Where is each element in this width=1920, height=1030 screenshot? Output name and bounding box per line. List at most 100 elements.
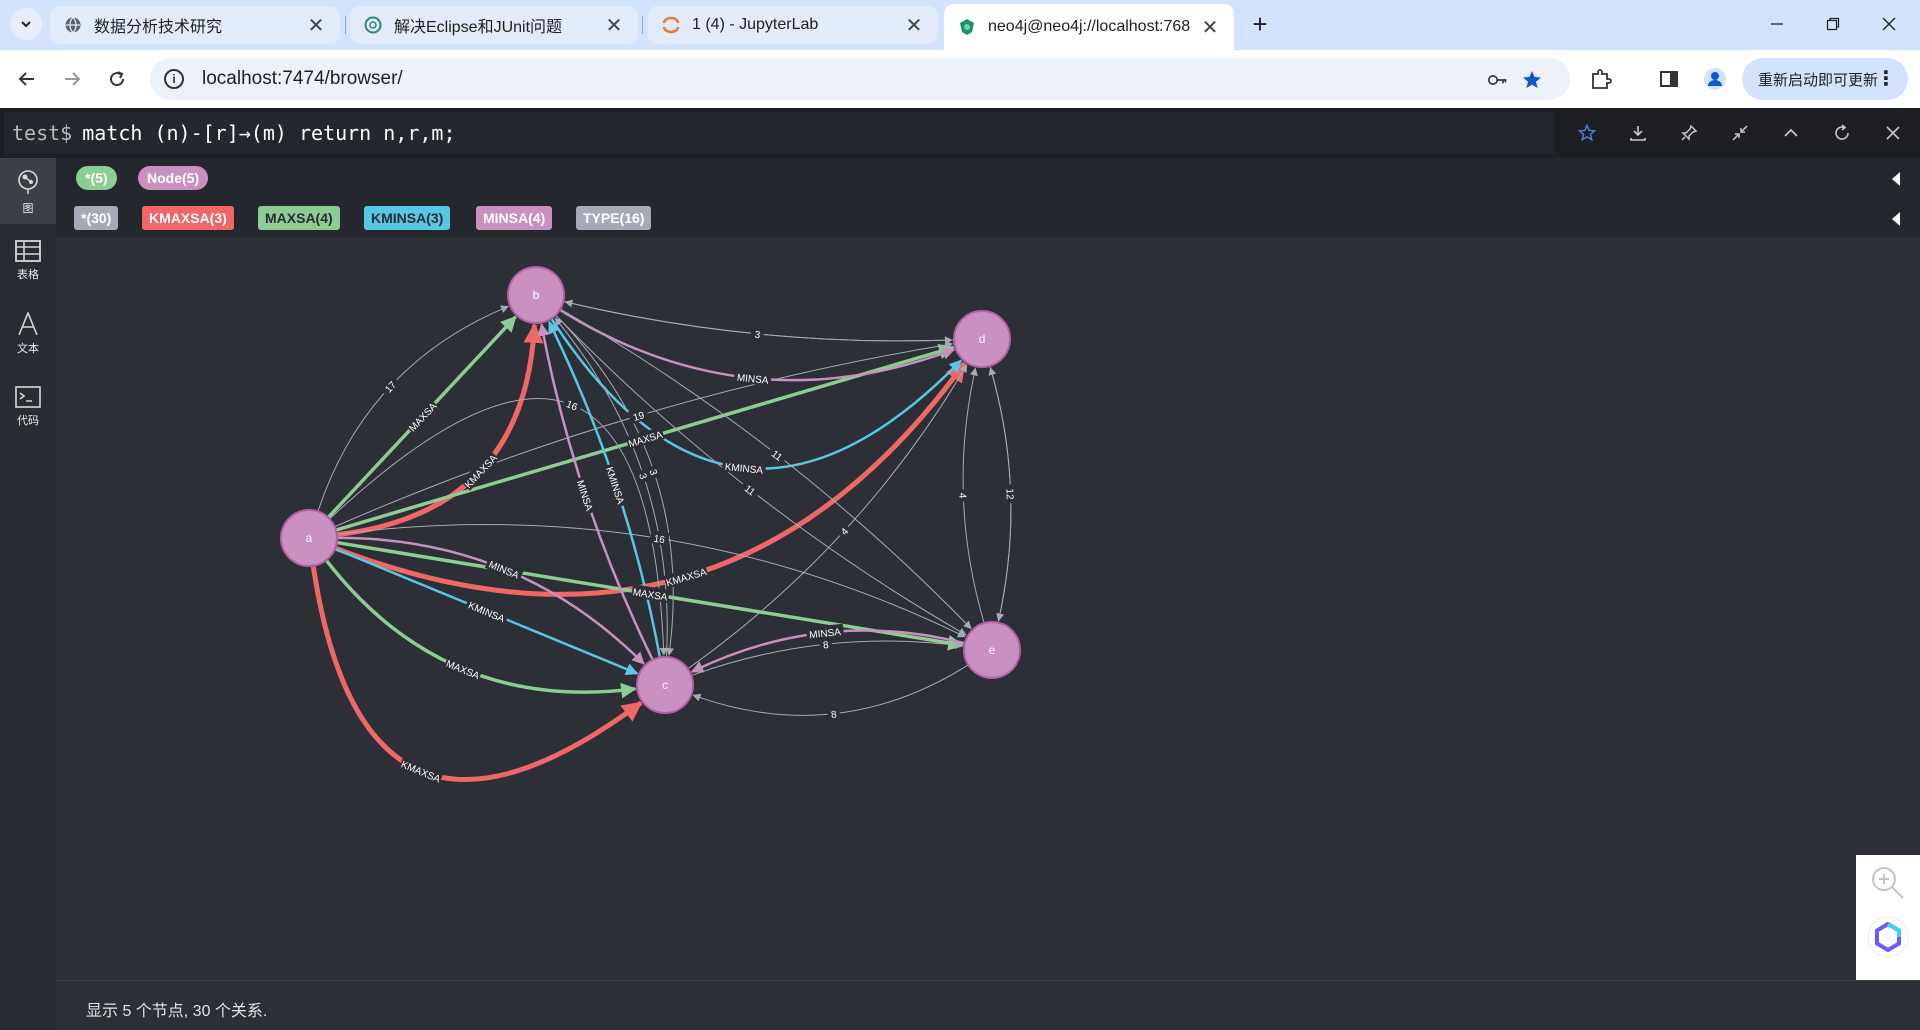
graph-icon <box>18 170 38 194</box>
relationship-label-text: MINSA <box>736 373 769 387</box>
profile-button[interactable] <box>1700 64 1730 94</box>
relationship-label: KMINSA <box>721 458 767 477</box>
tab-close-button[interactable]: ✕ <box>604 13 624 38</box>
sidebar-item-graph[interactable]: 图 <box>0 158 56 224</box>
tab-neo4j-browser[interactable]: neo4j@neo4j://localhost:768 ✕ <box>944 4 1234 50</box>
graph-node-d[interactable]: d <box>953 310 1011 368</box>
rel-type-maxsa[interactable]: MAXSA(4) <box>258 206 340 230</box>
chevron-down-icon <box>21 21 31 28</box>
relationship-label: 11 <box>739 478 762 501</box>
node-label-node[interactable]: Node(5) <box>138 166 209 190</box>
extensions-button[interactable] <box>1586 64 1616 94</box>
graph-node-c[interactable]: c <box>636 656 694 714</box>
rel-type-kminsa[interactable]: KMINSA(3) <box>364 206 451 230</box>
relationship-label: MINSA <box>733 369 772 387</box>
download-button[interactable] <box>1625 120 1651 146</box>
relationship-label-text: 4 <box>956 493 967 499</box>
rel-type-minsa[interactable]: MINSA(4) <box>476 206 553 230</box>
relationship-label: MAXSA <box>625 426 665 450</box>
site-info-icon[interactable]: i <box>164 69 184 89</box>
tab-close-button[interactable]: ✕ <box>1200 15 1220 40</box>
node-label-all[interactable]: *(5) <box>76 166 117 190</box>
relationship-kminsa[interactable] <box>550 318 962 470</box>
cypher-editor[interactable]: test$ match (n)-[r]→(m) return n,r,m; <box>4 112 1554 154</box>
rel-type-kmaxsa[interactable]: KMAXSA(3) <box>142 206 234 230</box>
tab-title: 数据分析技术研究 <box>94 19 223 36</box>
bookmark-star-icon[interactable] <box>1522 70 1542 90</box>
tab-close-button[interactable]: ✕ <box>904 13 924 38</box>
reload-button[interactable] <box>100 62 134 96</box>
collapse-frame-button[interactable] <box>1778 120 1804 146</box>
relationship-label: MINSA <box>574 475 598 515</box>
sidebar-item-text[interactable]: 文本 <box>0 302 56 368</box>
close-window-button[interactable] <box>1866 8 1912 40</box>
graph-node-a[interactable]: a <box>280 509 338 567</box>
status-bar: 显示 5 个节点, 30 个关系. <box>56 980 1920 1030</box>
update-label: 重新启动即可更新 <box>1758 71 1879 89</box>
tab-jupyterlab[interactable]: 1 (4) - JupyterLab ✕ <box>648 6 938 44</box>
graph-canvas[interactable]: KMAXSAMAXSA17KMAXSAMAXSAKMAXSAMAXSAKMINS… <box>56 238 1920 980</box>
puzzle-icon <box>1592 69 1612 89</box>
neo4j-icon <box>960 19 974 35</box>
relationship-minsa[interactable] <box>537 323 654 660</box>
relationship-label: MAXSA <box>443 655 483 682</box>
pin-button[interactable] <box>1676 120 1702 146</box>
tab-title: 解决Eclipse和JUnit问题 <box>394 19 563 36</box>
new-tab-button[interactable]: + <box>1245 10 1275 40</box>
collapse-types-icon[interactable] <box>1892 212 1900 226</box>
browser-toolbar: i localhost:7474/browser/ 重新启动即可更新 ⋮ <box>0 50 1920 108</box>
minimize-button[interactable] <box>1754 8 1800 40</box>
restore-button[interactable] <box>1810 8 1856 40</box>
close-icon <box>1886 126 1900 140</box>
star-outline-icon <box>1578 124 1596 142</box>
forward-button[interactable] <box>55 62 89 96</box>
sidebar-item-code[interactable]: 代码 <box>0 376 56 442</box>
zoom-panel <box>1856 855 1920 981</box>
relationship-kmaxsa[interactable] <box>337 322 544 538</box>
key-icon[interactable] <box>1488 70 1508 90</box>
relaunch-update-button[interactable]: 重新启动即可更新 ⋮ <box>1742 58 1908 100</box>
chatgpt-icon <box>364 16 382 34</box>
sidebar-item-label: 代码 <box>17 415 39 427</box>
tab-close-button[interactable]: ✕ <box>306 13 326 38</box>
more-menu-icon[interactable]: ⋮ <box>1876 66 1896 91</box>
collapse-fullscreen-button[interactable] <box>1727 120 1753 146</box>
sidebar-item-table[interactable]: 表格 <box>0 230 56 296</box>
zoom-in-icon[interactable] <box>1870 865 1906 901</box>
reload-icon <box>110 71 125 87</box>
browser-tab-strip: 数据分析技术研究 ✕ 解决Eclipse和JUnit问题 ✕ 1 (4) - J… <box>0 0 1920 50</box>
rel-type-all[interactable]: *(30) <box>74 206 119 230</box>
tab-data-analysis[interactable]: 数据分析技术研究 ✕ <box>50 6 340 44</box>
neo4j-bloom-icon[interactable] <box>1866 915 1910 959</box>
relationship-label: 11 <box>766 443 789 466</box>
graph-node-b[interactable]: b <box>507 266 565 324</box>
graph-node-e[interactable]: e <box>963 621 1021 679</box>
collapse-labels-icon[interactable] <box>1892 172 1900 186</box>
tab-title: 1 (4) - JupyterLab <box>692 16 819 33</box>
close-frame-button[interactable] <box>1880 120 1906 146</box>
sidebar-item-label: 文本 <box>17 343 39 355</box>
result-view-sidebar: 图 表格 文本 代码 <box>0 158 56 1030</box>
tab-eclipse-junit[interactable]: 解决Eclipse和JUnit问题 ✕ <box>350 6 638 44</box>
rerun-button[interactable] <box>1829 120 1855 146</box>
relationship-label: 8 <box>818 636 833 651</box>
side-panel-button[interactable] <box>1654 64 1684 94</box>
query-bar: test$ match (n)-[r]→(m) return n,r,m; <box>0 108 1920 158</box>
tab-separator <box>345 16 346 34</box>
shrink-icon <box>1732 125 1748 141</box>
chevron-up-icon <box>1784 128 1798 137</box>
node-caption: e <box>989 643 996 657</box>
download-icon <box>1630 126 1646 141</box>
relationship-label: 19 <box>627 406 650 425</box>
relationship-label: KMINSA <box>603 462 630 508</box>
tab-search-dropdown[interactable] <box>10 8 42 40</box>
arrow-right-icon <box>65 72 81 86</box>
favorite-button[interactable] <box>1574 120 1600 146</box>
address-bar[interactable]: i localhost:7474/browser/ <box>150 58 1570 100</box>
jupyter-icon <box>662 16 680 34</box>
rel-type-type[interactable]: TYPE(16) <box>576 206 652 230</box>
relationship-label: KMAXSA <box>460 450 500 491</box>
back-button[interactable] <box>10 62 44 96</box>
node-caption: b <box>533 288 540 302</box>
relationship-kminsa[interactable] <box>548 320 661 657</box>
